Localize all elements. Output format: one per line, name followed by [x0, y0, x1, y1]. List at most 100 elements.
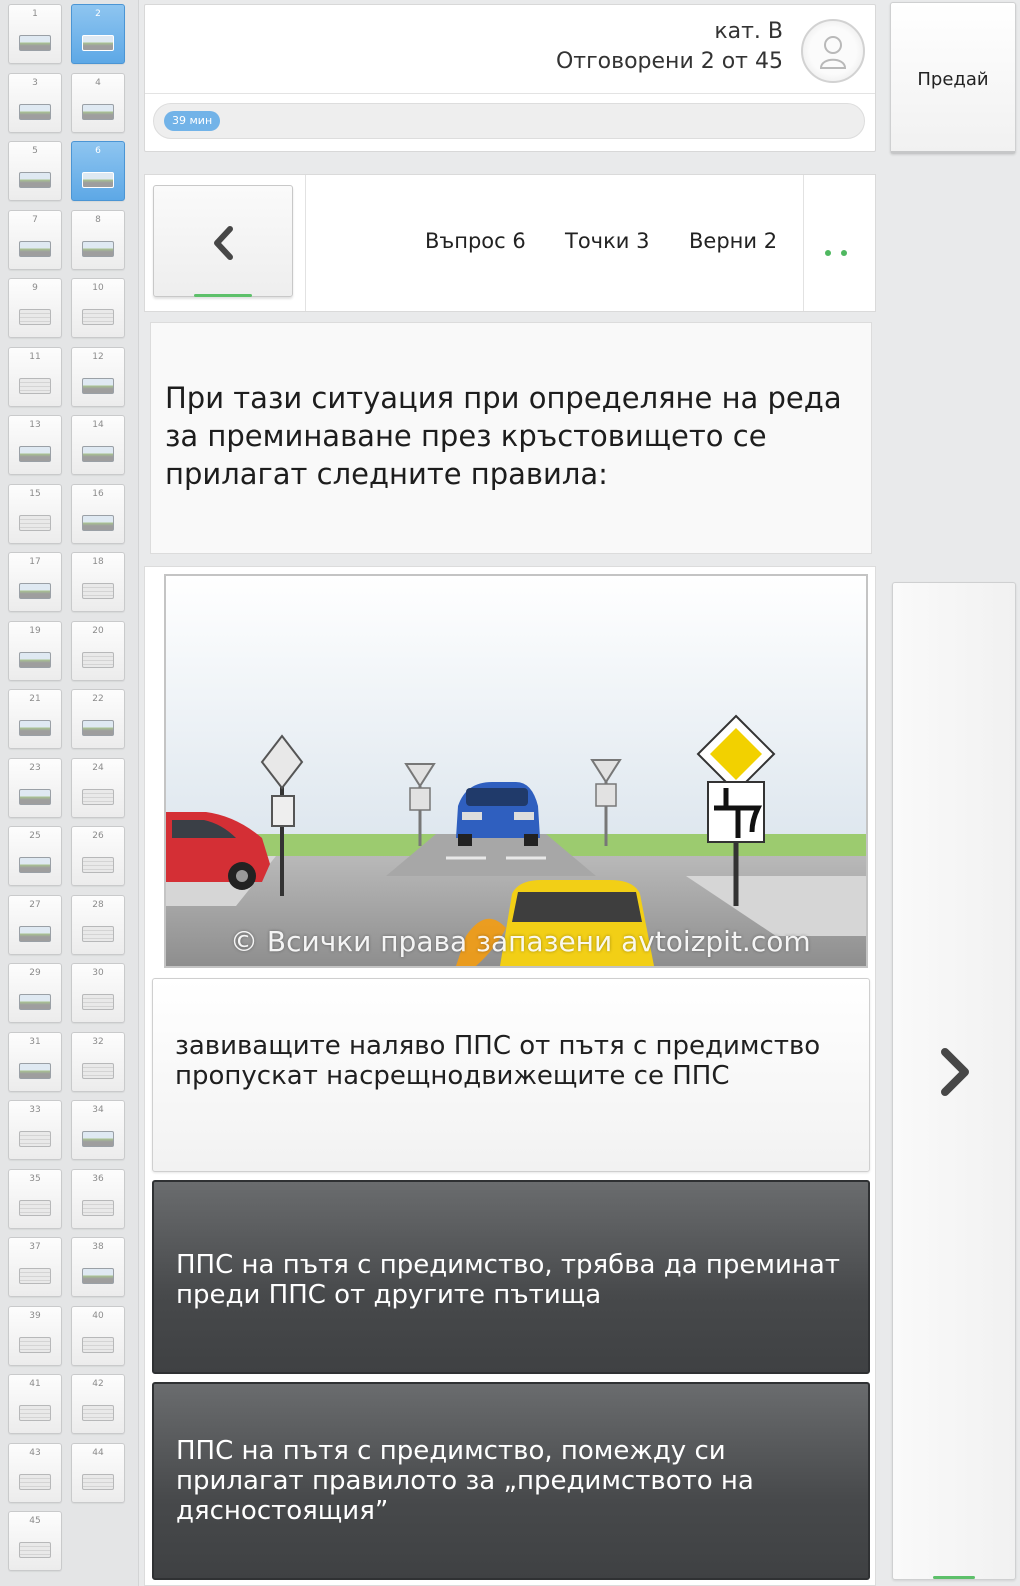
thumbnail-preview: [19, 1131, 51, 1147]
question-thumbnail-39[interactable]: 39: [8, 1305, 62, 1366]
thumbnail-preview: [19, 925, 51, 942]
question-thumbnail-29[interactable]: 29: [8, 963, 62, 1023]
thumbnail-number: 24: [92, 762, 104, 773]
question-thumbnail-22[interactable]: 22: [71, 689, 125, 749]
question-thumbnail-41[interactable]: 41: [8, 1374, 62, 1434]
thumbnail-preview: [19, 446, 51, 462]
question-thumbnail-45[interactable]: 45: [8, 1511, 62, 1571]
previous-question-button[interactable]: [153, 185, 293, 297]
thumbnail-preview: [19, 994, 51, 1010]
question-thumbnail-13[interactable]: 13: [8, 415, 62, 475]
question-thumbnail-14[interactable]: 14: [71, 415, 125, 475]
nav-divider: [305, 175, 306, 311]
question-thumbnail-7[interactable]: 7: [8, 209, 62, 270]
question-thumbnail-34[interactable]: 34: [71, 1100, 125, 1160]
question-thumbnail-6[interactable]: 6: [71, 141, 125, 201]
question-thumbnail-12[interactable]: 12: [71, 346, 125, 407]
submit-button[interactable]: Предай: [890, 2, 1016, 154]
thumbnail-number: 29: [29, 968, 41, 978]
thumbnail-number: 4: [95, 77, 101, 88]
thumbnail-number: 21: [29, 694, 41, 704]
thumbnail-preview: [19, 651, 51, 668]
thumbnail-number: 38: [92, 1242, 104, 1252]
question-thumbnail-19[interactable]: 19: [8, 620, 62, 681]
answer-option-3[interactable]: ППС на пътя с предимство, помежду си при…: [152, 1382, 870, 1580]
question-text: При тази ситуация при определяне на реда…: [165, 381, 842, 491]
thumbnail-preview: [82, 172, 114, 188]
user-avatar-icon[interactable]: [801, 19, 865, 83]
question-thumbnail-42[interactable]: 42: [71, 1374, 125, 1434]
thumbnail-number: 3: [32, 77, 38, 88]
timer-badge: 39 мин: [164, 111, 221, 131]
thumbnail-number: 12: [92, 351, 104, 362]
question-thumbnail-11[interactable]: 11: [8, 346, 62, 407]
thumbnail-preview: [19, 240, 51, 257]
thumbnail-number: 40: [92, 1310, 104, 1321]
question-thumbnail-17[interactable]: 17: [8, 552, 62, 612]
question-thumbnail-15[interactable]: 15: [8, 483, 62, 544]
copyright-watermark: © Всички права запазени avtoizpit.com: [230, 925, 811, 958]
thumbnail-preview: [19, 1336, 51, 1353]
thumbnail-number: 23: [29, 762, 41, 773]
thumbnail-number: 17: [29, 557, 41, 567]
question-thumbnail-37[interactable]: 37: [8, 1237, 62, 1297]
question-thumbnail-32[interactable]: 32: [71, 1031, 125, 1092]
question-thumbnail-31[interactable]: 31: [8, 1031, 62, 1092]
question-thumbnail-8[interactable]: 8: [71, 209, 125, 270]
thumbnail-preview: [82, 35, 114, 51]
answer-text: завиващите наляво ППС от пътя с предимст…: [175, 1031, 821, 1091]
thumbnail-preview: [19, 103, 51, 120]
thumbnail-number: 45: [29, 1516, 41, 1526]
thumbnail-number: 43: [29, 1447, 41, 1458]
submit-button-label: Предай: [917, 69, 989, 90]
question-thumbnail-33[interactable]: 33: [8, 1100, 62, 1160]
question-thumbnail-21[interactable]: 21: [8, 689, 62, 749]
question-thumbnail-24[interactable]: 24: [71, 757, 125, 818]
thumbnail-preview: [82, 1131, 114, 1147]
question-thumbnail-20[interactable]: 20: [71, 620, 125, 681]
question-thumbnail-1[interactable]: 1: [8, 4, 62, 64]
question-thumbnail-27[interactable]: 27: [8, 894, 62, 955]
question-thumbnail-5[interactable]: 5: [8, 141, 62, 201]
thumbnail-preview: [82, 720, 114, 736]
thumbnail-preview: [82, 377, 114, 394]
question-thumbnail-3[interactable]: 3: [8, 72, 62, 133]
question-thumbnail-40[interactable]: 40: [71, 1305, 125, 1366]
question-thumbnail-26[interactable]: 26: [71, 826, 125, 886]
question-thumbnail-10[interactable]: 10: [71, 278, 125, 338]
question-thumbnail-38[interactable]: 38: [71, 1237, 125, 1297]
thumbnail-number: 25: [29, 831, 41, 841]
question-thumbnail-sidebar: 1 2 3 4 5 6 7 8 9 10 11 12 13 14 15 16 17 18 19 20 21 22 23 24 2…: [0, 0, 139, 1586]
thumbnail-preview: [82, 446, 114, 462]
thumbnail-preview: [19, 1062, 51, 1079]
thumbnail-number: 27: [29, 899, 41, 910]
thumbnail-number: 30: [92, 968, 104, 978]
thumbnail-preview: [19, 583, 51, 599]
question-thumbnail-4[interactable]: 4: [71, 72, 125, 133]
next-button-accent: [933, 1576, 975, 1579]
answer-option-2[interactable]: ППС на пътя с предимство, трябва да прем…: [152, 1180, 870, 1374]
question-thumbnail-44[interactable]: 44: [71, 1442, 125, 1503]
question-thumbnail-36[interactable]: 36: [71, 1168, 125, 1229]
question-thumbnail-18[interactable]: 18: [71, 552, 125, 612]
thumbnail-number: 18: [92, 557, 104, 567]
more-dots-icon[interactable]: [825, 241, 857, 260]
question-thumbnail-16[interactable]: 16: [71, 483, 125, 544]
question-thumbnail-23[interactable]: 23: [8, 757, 62, 818]
question-thumbnail-2[interactable]: 2: [71, 4, 125, 64]
question-thumbnail-25[interactable]: 25: [8, 826, 62, 886]
next-question-button[interactable]: [892, 582, 1016, 1580]
thumbnail-preview: [19, 1268, 51, 1284]
thumbnail-number: 39: [29, 1310, 41, 1321]
answer-option-1[interactable]: завиващите наляво ППС от пътя с предимст…: [152, 978, 870, 1172]
thumbnail-number: 10: [92, 283, 104, 293]
thumbnail-preview: [19, 172, 51, 188]
question-thumbnail-9[interactable]: 9: [8, 278, 62, 338]
question-card: При тази ситуация при определяне на реда…: [150, 322, 872, 554]
thumbnail-number: 35: [29, 1173, 41, 1184]
question-thumbnail-43[interactable]: 43: [8, 1442, 62, 1503]
thumbnail-preview: [82, 857, 114, 873]
question-thumbnail-30[interactable]: 30: [71, 963, 125, 1023]
question-thumbnail-35[interactable]: 35: [8, 1168, 62, 1229]
question-thumbnail-28[interactable]: 28: [71, 894, 125, 955]
